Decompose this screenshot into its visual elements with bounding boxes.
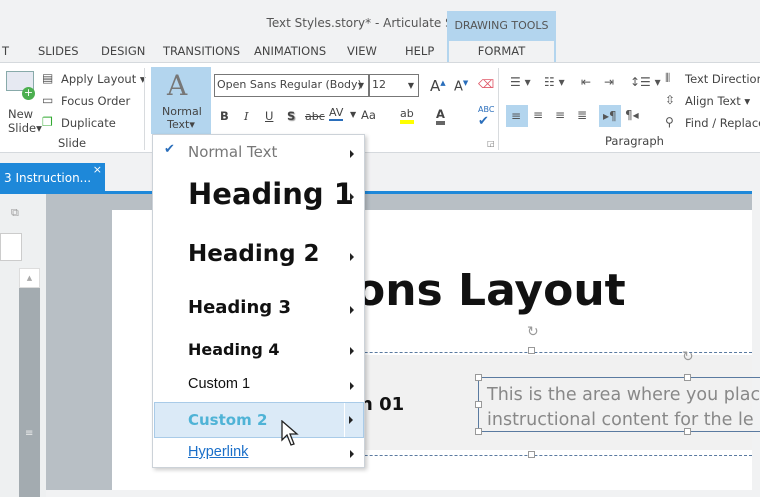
tab-design[interactable]: DESIGN <box>101 44 145 58</box>
scroll-grip-icon[interactable]: ≡ <box>25 428 33 439</box>
bold-button[interactable]: B <box>220 109 229 123</box>
window-title: Text Styles.story* - Articulate Storylin… <box>266 16 499 30</box>
find-replace-button[interactable]: Find / Replace <box>685 116 760 130</box>
tab-insert[interactable]: T <box>2 44 9 58</box>
body-text-box[interactable]: This is the area where you plac instructi… <box>478 377 760 432</box>
apply-layout-icon: ▤ <box>42 71 54 85</box>
add-icon: + <box>22 86 35 100</box>
text-style-icon: A <box>167 69 188 102</box>
spacing-dropdown-icon[interactable]: ▼ <box>350 110 356 119</box>
tab-slides[interactable]: SLIDES <box>38 44 79 58</box>
highlight-color-button[interactable]: ab <box>400 107 414 124</box>
italic-button[interactable]: I <box>244 109 249 123</box>
drawing-tools-group: DRAWING TOOLS FORMAT <box>447 11 556 62</box>
menu-item-heading-3[interactable]: Heading 3 <box>153 295 364 323</box>
align-right-button[interactable]: ≡ <box>555 108 565 122</box>
focus-order-icon: ▭ <box>42 93 54 107</box>
rotate-handle-icon[interactable]: ↻ <box>527 324 539 340</box>
align-left-button[interactable]: ≡ <box>506 105 528 127</box>
resize-handle[interactable] <box>684 428 691 435</box>
align-text-icon: ⇳ <box>665 93 676 107</box>
tab-format[interactable]: FORMAT <box>449 41 554 62</box>
tab-view[interactable]: VIEW <box>347 44 377 58</box>
ltr-button[interactable]: ▸¶ <box>599 105 621 127</box>
section-title[interactable]: n 01 <box>360 394 404 415</box>
font-color-button[interactable]: A <box>436 107 445 125</box>
shrink-font-icon[interactable]: A▼ <box>454 79 468 94</box>
resize-handle[interactable] <box>528 347 535 354</box>
focus-order-button[interactable]: Focus Order <box>61 94 130 108</box>
duplicate-icon: ❐ <box>42 115 53 129</box>
align-text-button[interactable]: Align Text ▾ <box>685 94 750 108</box>
restore-icon[interactable]: ⧉ <box>11 206 19 220</box>
slide-title[interactable]: ons Layout <box>355 265 626 316</box>
grow-font-icon[interactable]: A▲ <box>430 77 446 95</box>
tab-transitions[interactable]: TRANSITIONS <box>163 44 240 58</box>
justify-button[interactable]: ≣ <box>577 108 587 122</box>
font-name-select[interactable]: Open Sans Regular (Body) ▼ <box>214 74 369 97</box>
text-style-button[interactable]: A Normal Text▾ <box>151 67 211 134</box>
scroll-up-button[interactable]: ▲ <box>19 268 40 288</box>
character-spacing-button[interactable]: AV <box>329 106 344 121</box>
change-case-button[interactable]: Aa <box>361 108 376 122</box>
menu-item-heading-2[interactable]: Heading 2 <box>153 238 364 272</box>
underline-button[interactable]: U <box>265 109 273 123</box>
strikethrough-button[interactable]: abc <box>305 110 325 123</box>
line-spacing-icon[interactable]: ↕☰ ▾ <box>630 75 661 89</box>
menu-item-heading-1[interactable]: Heading 1 <box>153 175 364 215</box>
document-tab[interactable]: 3 Instruction... × <box>0 163 105 191</box>
bullets-icon[interactable]: ☰ ▾ <box>510 75 531 89</box>
menu-item-custom-2[interactable]: Custom 2 <box>154 402 364 446</box>
tab-help[interactable]: HELP <box>405 44 434 58</box>
font-size-select[interactable]: 12 ▼ <box>369 74 419 97</box>
font-dialog-launcher-icon[interactable]: ◲ <box>487 139 495 148</box>
text-direction-button[interactable]: Text Direction <box>685 72 760 86</box>
new-slide-button[interactable]: New Slide▾ <box>8 107 42 135</box>
panel-dropdown[interactable] <box>0 233 22 261</box>
ribbon: + New Slide▾ ▤ Apply Layout ▾ ▭ Focus Ord… <box>0 62 760 153</box>
menu-item-custom-1[interactable]: Custom 1 <box>153 375 364 397</box>
tab-animations[interactable]: ANIMATIONS <box>254 44 326 58</box>
drawing-tools-label: DRAWING TOOLS <box>454 19 549 32</box>
scrollbar[interactable] <box>19 268 40 497</box>
clear-format-icon[interactable]: ⌫ <box>478 77 494 91</box>
numbering-icon[interactable]: ☷ ▾ <box>544 75 565 89</box>
text-style-menu: ✔ Normal Text Heading 1 Heading 2 Headin… <box>152 134 365 468</box>
resize-handle[interactable] <box>528 451 535 458</box>
text-direction-icon: ⦀ <box>665 71 671 85</box>
menu-item-hyperlink[interactable]: Hyperlink <box>153 443 364 465</box>
resize-handle[interactable] <box>475 401 482 408</box>
checkmark-icon: ✔ <box>164 142 175 157</box>
increase-indent-icon[interactable]: ⇥ <box>604 75 614 89</box>
shadow-button[interactable]: S <box>287 109 295 123</box>
resize-handle[interactable] <box>475 428 482 435</box>
rtl-button[interactable]: ¶◂ <box>625 108 639 122</box>
align-center-button[interactable]: ≡ <box>533 108 543 122</box>
apply-layout-button[interactable]: Apply Layout ▾ <box>61 72 146 86</box>
binoculars-icon: ⚲ <box>665 115 674 129</box>
resize-handle[interactable] <box>475 374 482 381</box>
slide-group-label: Slide <box>58 136 87 150</box>
close-tab-icon[interactable]: × <box>93 163 102 176</box>
resize-handle[interactable] <box>684 374 691 381</box>
rotate-handle-icon[interactable]: ↻ <box>682 349 694 365</box>
menu-item-normal-text[interactable]: ✔ Normal Text <box>153 141 364 163</box>
paragraph-group-label: Paragraph <box>605 134 664 148</box>
menu-item-heading-4[interactable]: Heading 4 <box>153 339 364 363</box>
duplicate-button[interactable]: Duplicate <box>61 116 116 130</box>
spell-check-icon[interactable]: ABC ✔ <box>478 105 494 129</box>
decrease-indent-icon[interactable]: ⇤ <box>581 75 591 89</box>
